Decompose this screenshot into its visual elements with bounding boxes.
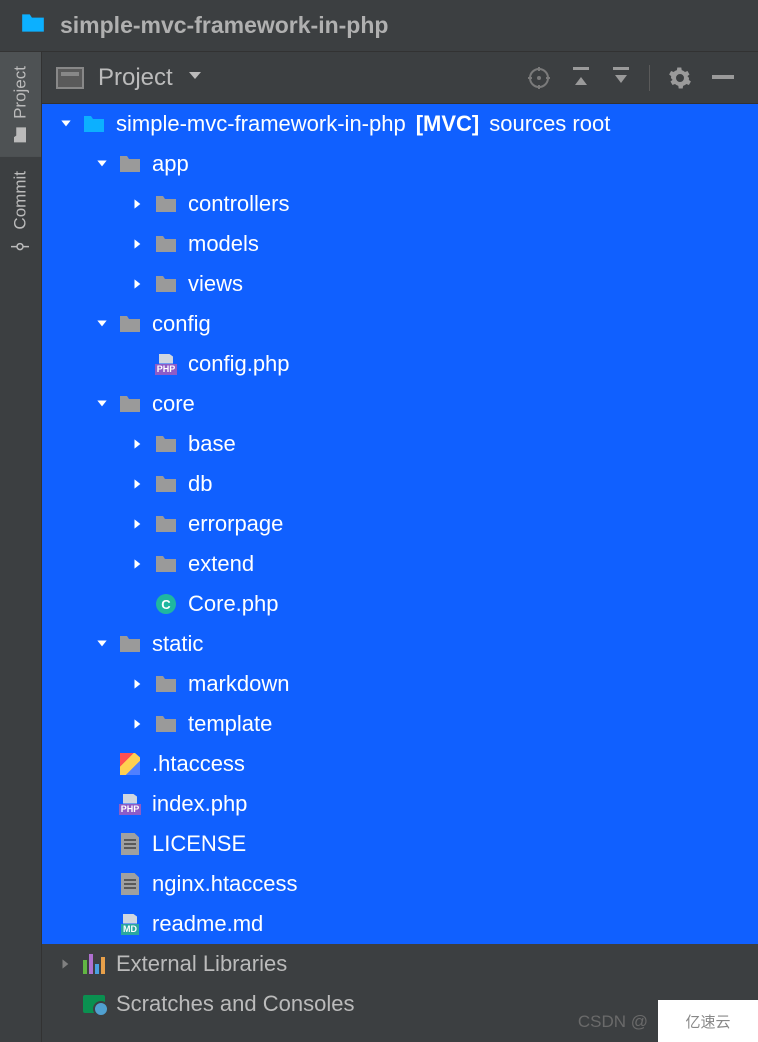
tree-folder-controllers[interactable]: controllers — [42, 184, 758, 224]
project-tree[interactable]: simple-mvc-framework-in-php[MVC]sources … — [42, 104, 758, 1042]
file-icon — [118, 152, 142, 176]
panel-title[interactable]: Project — [98, 64, 173, 92]
tree-folder-app[interactable]: app — [42, 144, 758, 184]
file-icon — [118, 632, 142, 656]
file-icon — [154, 192, 178, 216]
file-icon: MD — [118, 912, 142, 936]
tree-external-libraries[interactable]: External Libraries — [42, 944, 758, 984]
tree-folder-config[interactable]: config — [42, 304, 758, 344]
sidebar-tab-project[interactable]: Project — [0, 52, 41, 157]
expand-arrow-icon[interactable] — [128, 437, 148, 451]
file-icon — [154, 712, 178, 736]
tree-folder-base[interactable]: base — [42, 424, 758, 464]
tree-folder-markdown[interactable]: markdown — [42, 664, 758, 704]
chevron-down-icon[interactable] — [187, 69, 203, 87]
tree-file-index-php[interactable]: PHPindex.php — [42, 784, 758, 824]
file-icon: PHP — [154, 352, 178, 376]
expand-arrow-icon[interactable] — [128, 557, 148, 571]
sidebar-tab-commit[interactable]: Commit — [0, 157, 41, 270]
expand-arrow-icon[interactable] — [128, 517, 148, 531]
tree-file-nginx-htaccess[interactable]: nginx.htaccess — [42, 864, 758, 904]
expand-all-icon[interactable] — [571, 67, 591, 89]
titlebar: simple-mvc-framework-in-php — [0, 0, 758, 52]
project-view-icon — [56, 67, 84, 89]
target-icon[interactable] — [527, 66, 551, 90]
file-icon — [154, 672, 178, 696]
file-icon — [82, 992, 106, 1016]
tree-folder-template[interactable]: template — [42, 704, 758, 744]
project-folder-icon — [20, 12, 46, 39]
expand-arrow-icon[interactable] — [128, 717, 148, 731]
project-panel-header: Project — [42, 52, 758, 104]
file-icon — [154, 272, 178, 296]
expand-arrow-icon[interactable] — [92, 157, 112, 171]
tree-file--htaccess[interactable]: .htaccess — [42, 744, 758, 784]
tree-folder-extend[interactable]: extend — [42, 544, 758, 584]
tree-file-Core-php[interactable]: CCore.php — [42, 584, 758, 624]
expand-arrow-icon[interactable] — [128, 237, 148, 251]
expand-arrow-icon[interactable] — [56, 957, 76, 971]
expand-arrow-icon[interactable] — [128, 277, 148, 291]
expand-arrow-icon[interactable] — [92, 317, 112, 331]
file-icon — [154, 552, 178, 576]
file-icon — [118, 832, 142, 856]
file-icon: C — [154, 592, 178, 616]
tree-folder-models[interactable]: models — [42, 224, 758, 264]
tool-window-bar: Project Commit — [0, 52, 42, 1042]
tree-file-config-php[interactable]: PHPconfig.php — [42, 344, 758, 384]
tree-folder-views[interactable]: views — [42, 264, 758, 304]
file-icon — [82, 112, 106, 136]
expand-arrow-icon[interactable] — [128, 677, 148, 691]
tree-file-LICENSE[interactable]: LICENSE — [42, 824, 758, 864]
file-icon — [118, 392, 142, 416]
tree-folder-core[interactable]: core — [42, 384, 758, 424]
file-icon — [154, 512, 178, 536]
logo-watermark: 亿速云 — [658, 1000, 758, 1042]
file-icon — [118, 872, 142, 896]
file-icon — [154, 432, 178, 456]
tree-folder-db[interactable]: db — [42, 464, 758, 504]
file-icon — [154, 472, 178, 496]
file-icon — [82, 952, 106, 976]
tree-file-readme-md[interactable]: MDreadme.md — [42, 904, 758, 944]
file-icon — [118, 312, 142, 336]
csdn-watermark: CSDN @ — [578, 1012, 648, 1032]
tree-scratches[interactable]: Scratches and Consoles — [42, 984, 758, 1024]
expand-arrow-icon[interactable] — [92, 637, 112, 651]
expand-arrow-icon[interactable] — [56, 117, 76, 131]
tree-folder-errorpage[interactable]: errorpage — [42, 504, 758, 544]
expand-arrow-icon[interactable] — [92, 397, 112, 411]
tree-folder-static[interactable]: static — [42, 624, 758, 664]
expand-arrow-icon[interactable] — [128, 477, 148, 491]
file-icon: PHP — [118, 792, 142, 816]
gear-icon[interactable] — [668, 66, 692, 90]
file-icon — [118, 752, 142, 776]
tree-root[interactable]: simple-mvc-framework-in-php[MVC]sources … — [42, 104, 758, 144]
project-title: simple-mvc-framework-in-php — [60, 12, 388, 39]
hide-icon[interactable] — [712, 75, 734, 81]
expand-arrow-icon[interactable] — [128, 197, 148, 211]
file-icon — [154, 232, 178, 256]
collapse-all-icon[interactable] — [611, 67, 631, 89]
